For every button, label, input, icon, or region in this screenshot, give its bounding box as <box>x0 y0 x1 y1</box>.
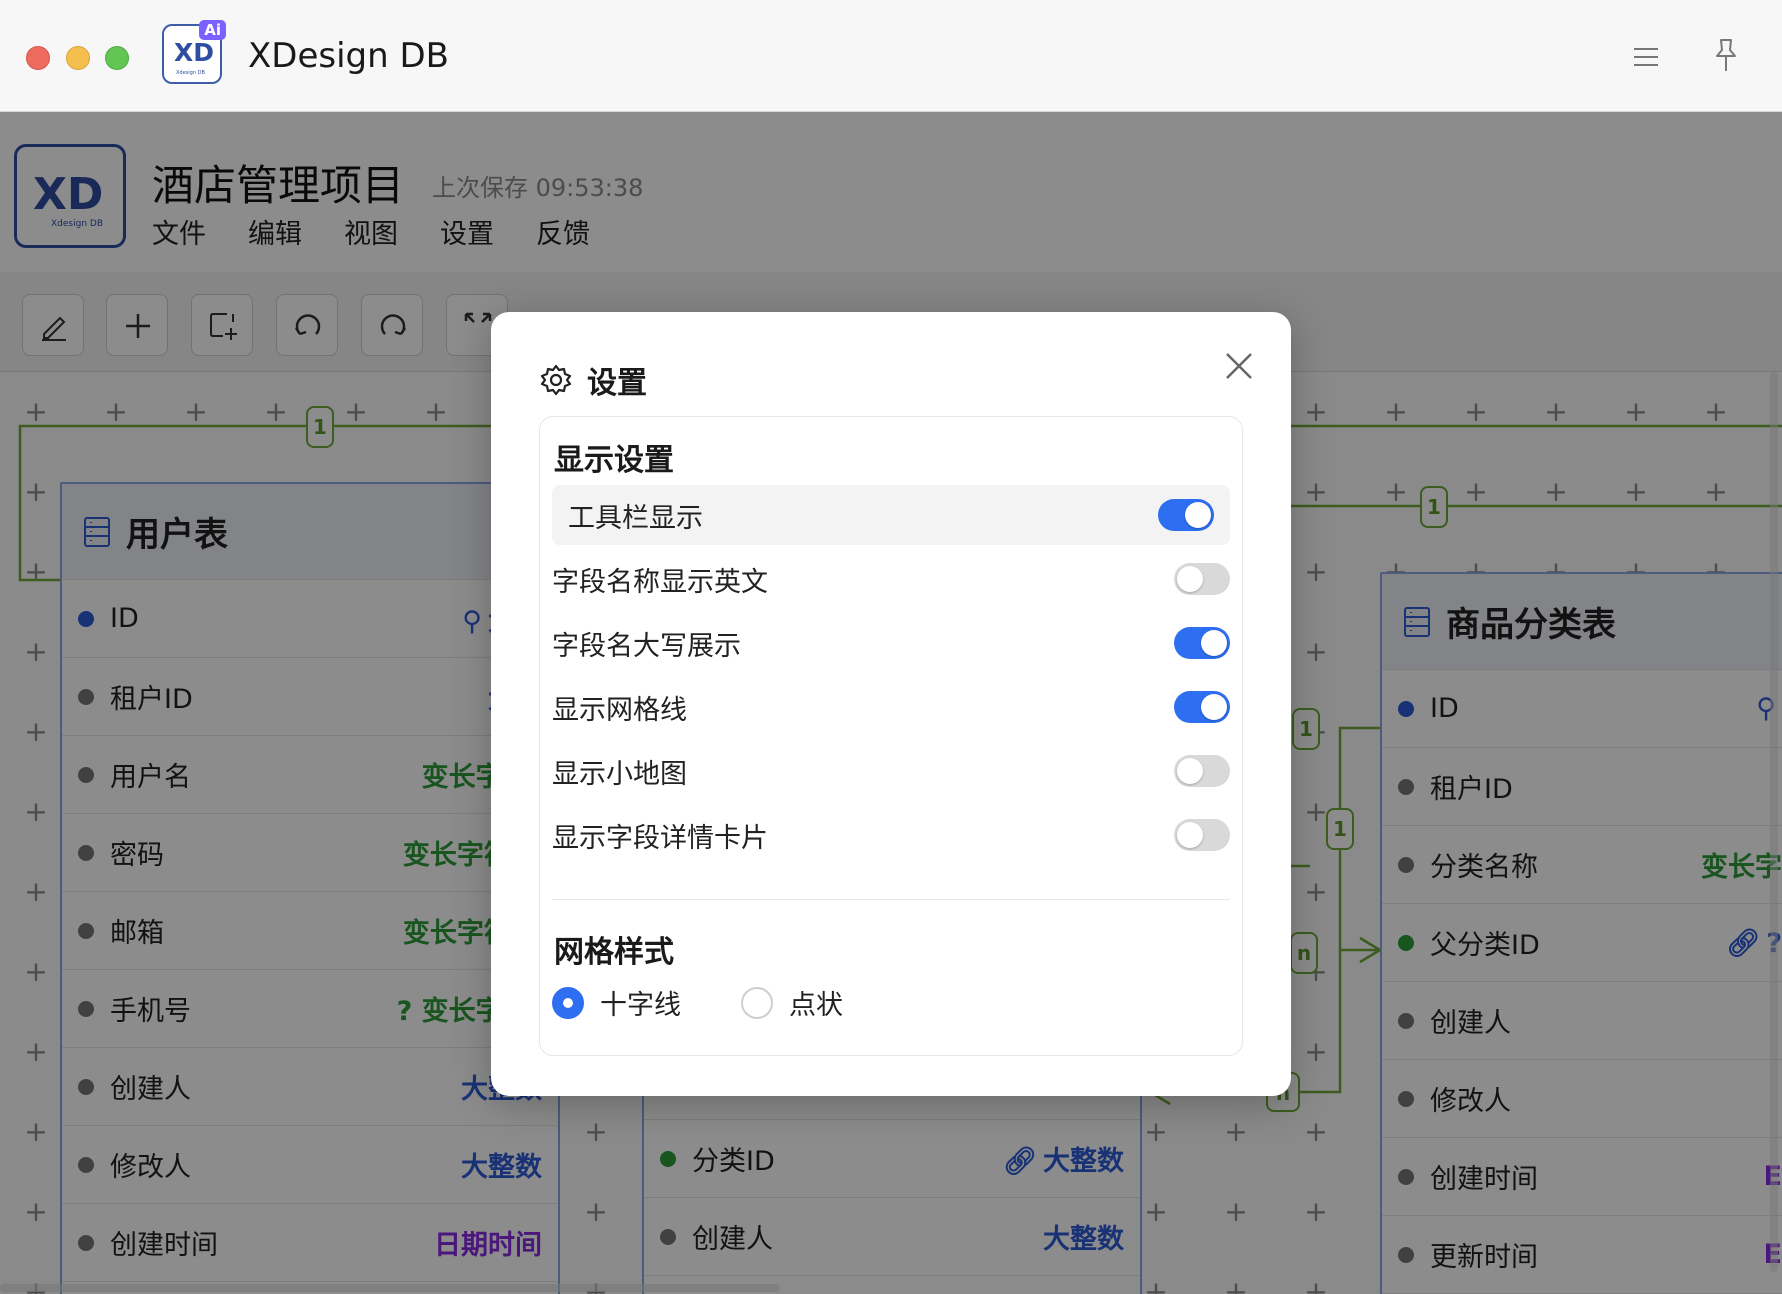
setting-label: 工具栏显示 <box>568 502 703 534</box>
app-logo: XD Ai Xdesign DB <box>162 20 226 84</box>
pin-icon[interactable] <box>1712 38 1740 74</box>
grid-style-heading: 网格样式 <box>554 935 674 970</box>
radio-button[interactable] <box>741 986 773 1019</box>
grid-style-radio-group: 十字线 点状 <box>552 983 879 1022</box>
setting-option[interactable]: 显示字段详情卡片 <box>552 805 1230 865</box>
setting-option[interactable]: 字段名称显示英文 <box>552 549 1230 609</box>
maximize-window-button[interactable] <box>105 46 129 70</box>
radio-label: 点状 <box>789 990 843 1021</box>
dialog-header: 设置 <box>539 358 647 402</box>
toggle-knob <box>1177 822 1203 848</box>
setting-label: 显示网格线 <box>552 694 687 726</box>
app-logo-text: XD <box>174 38 215 67</box>
settings-dialog: 设置 显示设置 工具栏显示 字段名称显示英文 字段名大写展示 显示网格线 显示小地图 显示… <box>491 312 1291 1096</box>
app-window: XD Ai Xdesign DB XDesign DB XD Xdesign D… <box>0 0 1782 1294</box>
dialog-title: 设置 <box>587 366 647 401</box>
setting-option[interactable]: 显示小地图 <box>552 741 1230 801</box>
minimize-window-button[interactable] <box>66 46 90 70</box>
setting-label: 显示小地图 <box>552 758 687 790</box>
title-bar: XD Ai Xdesign DB XDesign DB <box>0 0 1782 112</box>
app-title: XDesign DB <box>248 36 449 76</box>
radio-button[interactable] <box>552 986 584 1019</box>
close-window-button[interactable] <box>26 46 50 70</box>
toggle-switch[interactable] <box>1174 563 1230 595</box>
toggle-knob <box>1201 694 1227 720</box>
divider <box>552 899 1230 900</box>
toggle-switch[interactable] <box>1158 499 1214 531</box>
ai-badge: Ai <box>199 20 226 40</box>
toggle-switch[interactable] <box>1174 627 1230 659</box>
scroll-thumb[interactable] <box>0 1284 780 1292</box>
setting-option[interactable]: 工具栏显示 <box>552 485 1230 545</box>
toggle-switch[interactable] <box>1174 755 1230 787</box>
radio-label: 十字线 <box>600 990 681 1021</box>
grid-style-dot[interactable]: 点状 <box>741 983 843 1022</box>
toggle-knob <box>1201 630 1227 656</box>
toggle-knob <box>1177 758 1203 784</box>
gear-icon <box>540 364 572 396</box>
toggle-knob <box>1185 502 1211 528</box>
close-icon[interactable] <box>1223 350 1255 382</box>
hamburger-menu-icon[interactable] <box>1632 46 1660 68</box>
horizontal-scrollbar[interactable] <box>0 1280 1782 1294</box>
setting-label: 显示字段详情卡片 <box>552 822 768 854</box>
display-settings-heading: 显示设置 <box>554 443 674 478</box>
setting-option[interactable]: 字段名大写展示 <box>552 613 1230 673</box>
app-logo-subtext: Xdesign DB <box>176 70 205 76</box>
grid-style-cross[interactable]: 十字线 <box>552 983 681 1022</box>
toggle-switch[interactable] <box>1174 691 1230 723</box>
setting-label: 字段名大写展示 <box>552 630 741 662</box>
vertical-scrollbar[interactable] <box>1770 372 1778 1272</box>
setting-label: 字段名称显示英文 <box>552 566 768 598</box>
toggle-knob <box>1177 566 1203 592</box>
settings-panel: 显示设置 工具栏显示字段名称显示英文 字段名大写展示 显示网格线显示小地图显示字段详… <box>539 416 1243 1056</box>
toggle-switch[interactable] <box>1174 819 1230 851</box>
setting-option[interactable]: 显示网格线 <box>552 677 1230 737</box>
